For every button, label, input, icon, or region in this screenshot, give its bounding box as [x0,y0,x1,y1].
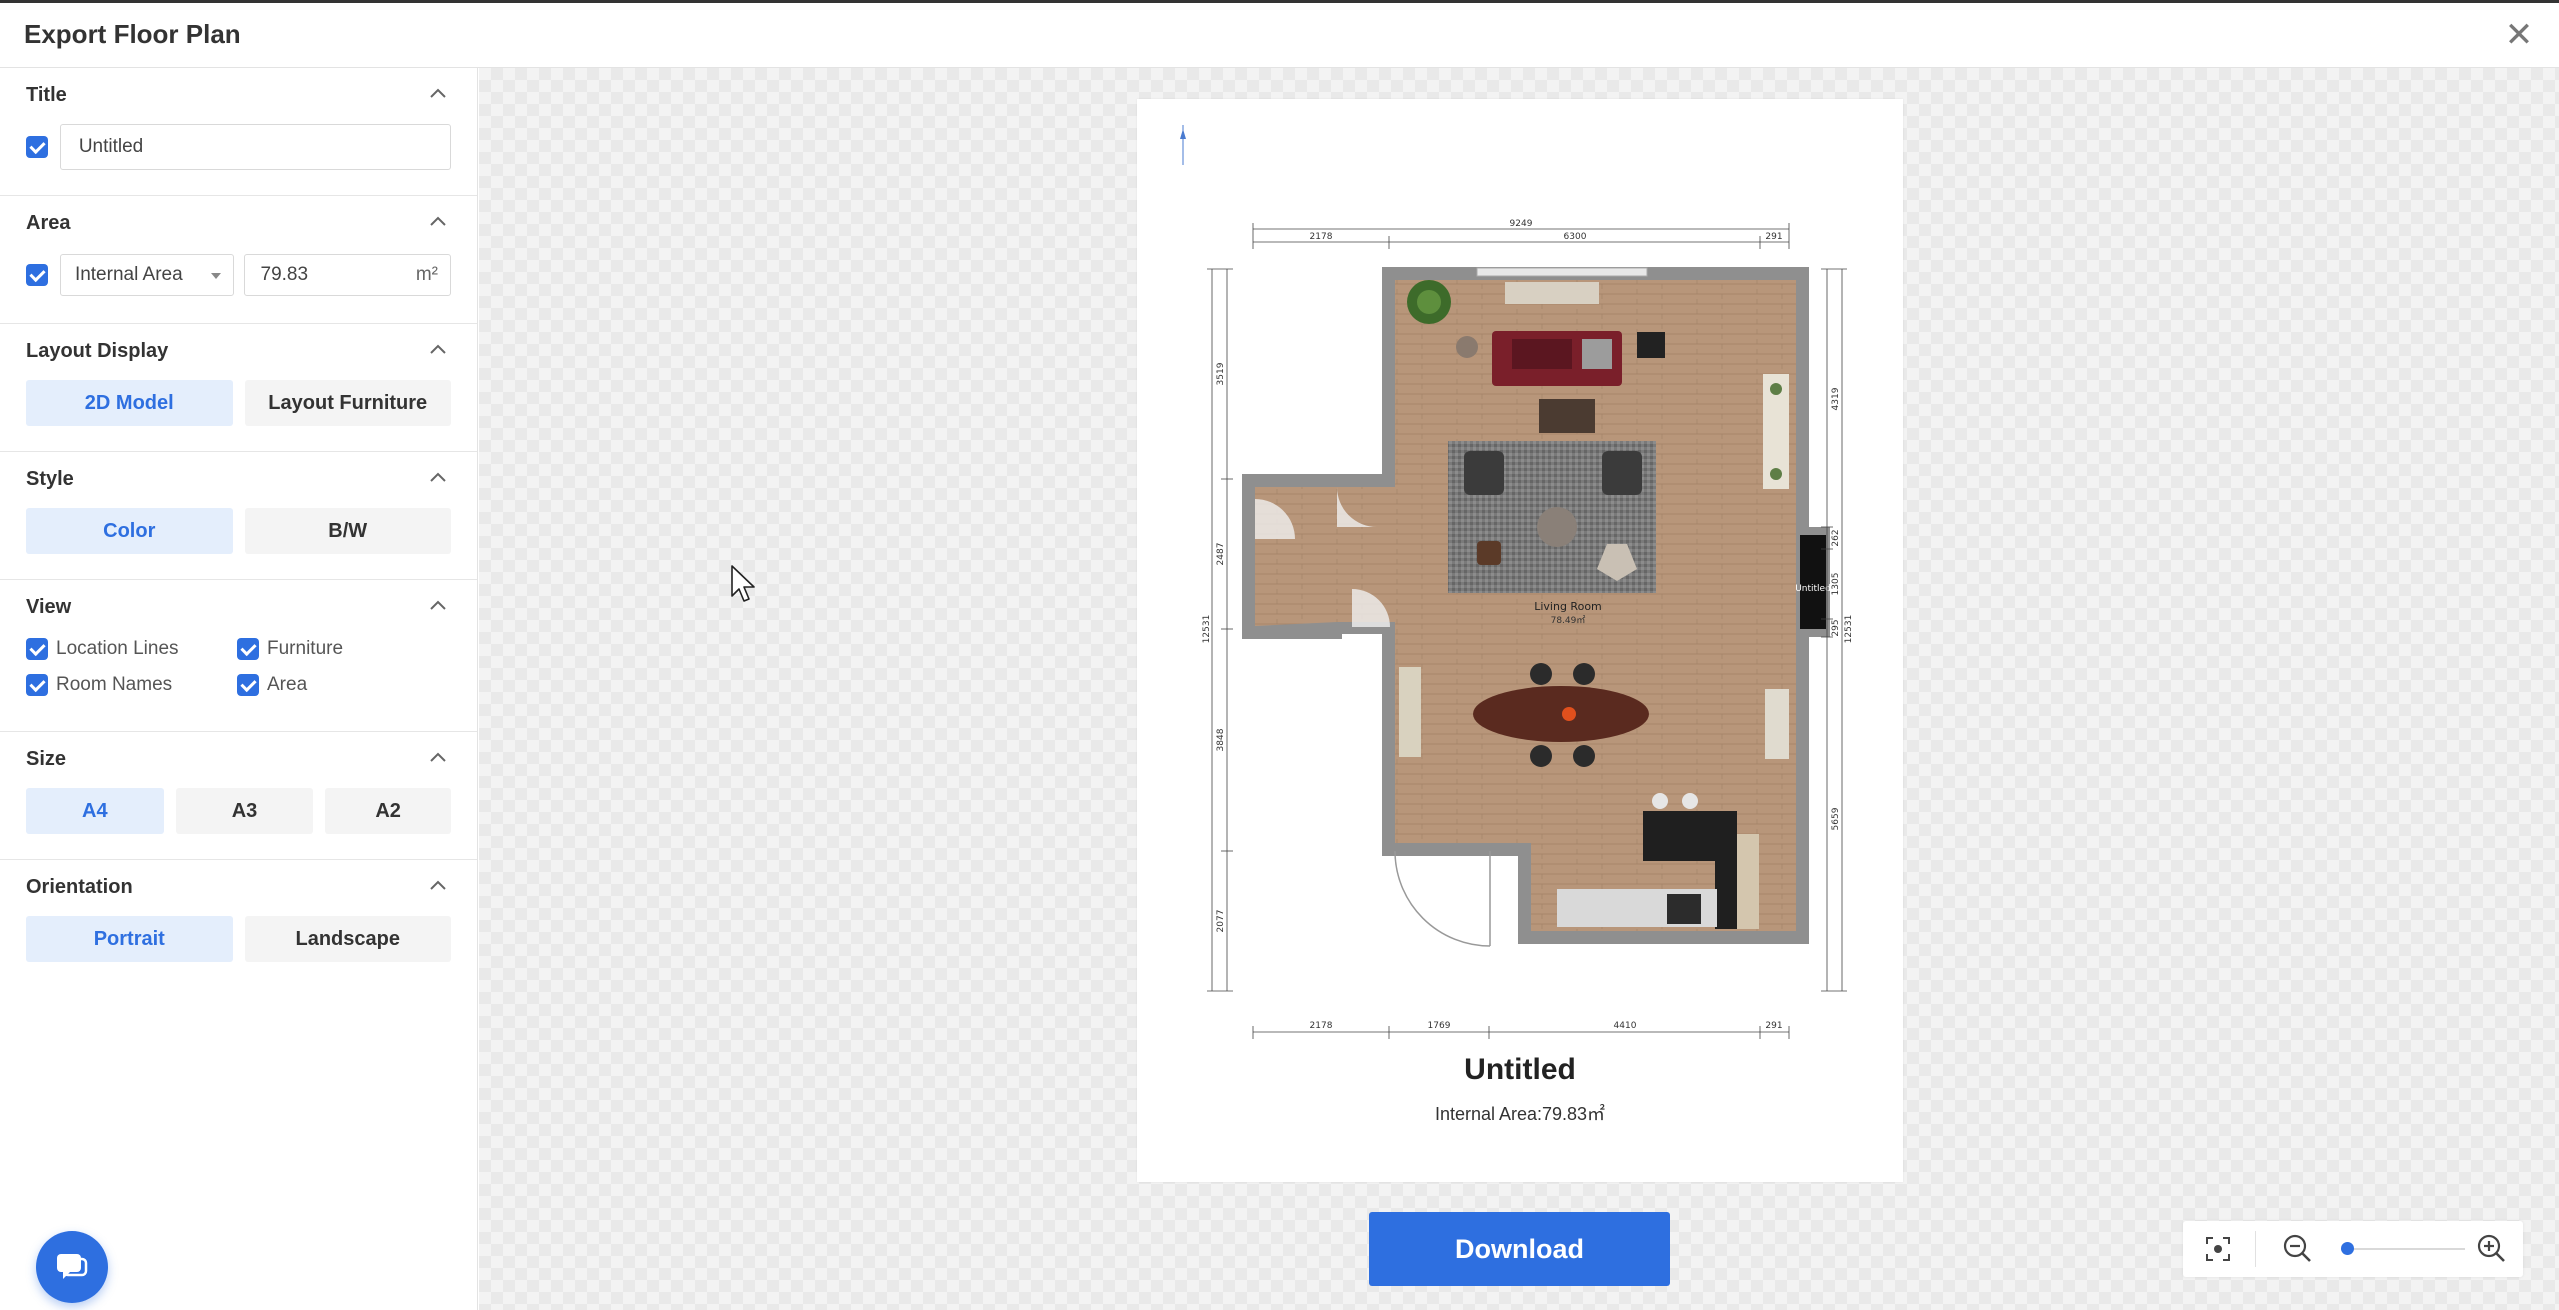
checkbox[interactable] [26,674,48,696]
dim-left-4: 2077 [1216,910,1226,933]
mouse-cursor-icon [731,565,755,602]
section-orientation: Orientation Portrait Landscape [0,860,477,988]
zoom-out-icon[interactable] [2279,1230,2317,1268]
dim-left-3: 3848 [1216,728,1226,751]
section-heading: Title [26,84,67,106]
plan-area: Internal Area:79.83㎡ [1434,1104,1606,1124]
orientation-landscape-button[interactable]: Landscape [244,916,451,962]
chat-icon [57,1254,88,1279]
zoom-slider-handle[interactable] [2341,1242,2355,1255]
size-a4-button[interactable]: A4 [26,788,164,834]
area-checkbox[interactable] [26,264,48,286]
zoom-in-icon[interactable] [2473,1230,2511,1268]
section-size: Size A4 A3 A2 [0,732,477,860]
dim-bottom-4: 291 [1765,1021,1782,1031]
view-location-lines[interactable]: Location Lines [26,638,237,660]
zoom-slider-track[interactable] [2341,1248,2465,1250]
download-button[interactable]: Download [1369,1212,1670,1286]
orientation-portrait-button[interactable]: Portrait [26,916,233,962]
section-heading: Size [26,748,67,770]
export-paper: Untitled Living Room 78.49㎡ 9249 2178 63… [1137,99,1903,1182]
kitchen-counter [1643,811,1715,861]
chevron-up-icon[interactable] [425,594,451,620]
dialog-header: Export Floor Plan ✕ [0,3,2559,68]
compass-icon [1180,125,1186,165]
fit-view-icon[interactable] [2199,1230,2237,1268]
preview-canvas[interactable]: Untitled Living Room 78.49㎡ 9249 2178 63… [479,68,2559,1310]
chevron-up-icon[interactable] [425,210,451,236]
chevron-up-icon[interactable] [425,338,451,364]
dim-right-1: 4319 [1831,387,1841,410]
dim-bottom-1: 2178 [1310,1021,1333,1031]
dim-left-2: 2487 [1216,543,1226,566]
dialog-title: Export Floor Plan [24,19,241,49]
dim-right-3: 1305 [1831,573,1841,596]
chat-support-button[interactable] [36,1231,108,1303]
dim-right-5: 5659 [1831,807,1841,830]
dim-bottom-2: 1769 [1428,1021,1451,1031]
area-type-value: Internal Area [74,264,183,285]
section-heading: View [26,596,72,618]
zoom-toolbar [2183,1221,2523,1277]
dim-top-total: 9249 [1510,219,1533,229]
dining-table [1473,686,1649,742]
area-value-input[interactable]: 79.83 m² [243,254,451,296]
floor-plan: Untitled Living Room 78.49㎡ 9249 2178 63… [1180,125,1854,1060]
dim-left-1: 3519 [1216,362,1226,385]
caret-down-icon [210,273,221,279]
section-style: Style Color B/W [0,452,477,580]
chevron-up-icon[interactable] [425,746,451,772]
section-title: Title Untitled [0,68,477,196]
size-a3-button[interactable]: A3 [175,788,314,834]
small-room-label: Untitled [1795,584,1831,594]
close-icon[interactable]: ✕ [2499,15,2539,55]
checkbox[interactable] [237,674,259,696]
title-checkbox[interactable] [26,136,48,158]
checkbox[interactable] [237,638,259,660]
style-bw-button[interactable]: B/W [244,508,451,554]
settings-sidebar: Title Untitled Area Internal Area 79.83 … [0,68,478,1310]
toolbar-separator [2255,1231,2256,1267]
section-view: View Location Lines Furniture Room Names… [0,580,477,732]
room-area-label: 78.49㎡ [1551,615,1586,626]
view-furniture[interactable]: Furniture [237,638,437,660]
title-input[interactable]: Untitled [59,124,451,170]
chevron-up-icon[interactable] [425,874,451,900]
dim-right-total: 12531 [1844,615,1854,644]
section-layout-display: Layout Display 2D Model Layout Furniture [0,324,477,452]
area-value: 79.83 [260,264,309,285]
room-label: Living Room [1534,600,1602,613]
area-unit: m² [415,264,438,285]
chevron-up-icon[interactable] [425,82,451,108]
section-heading: Orientation [26,876,133,898]
section-heading: Style [26,468,74,490]
area-type-select[interactable]: Internal Area [59,254,234,296]
style-color-button[interactable]: Color [26,508,233,554]
view-room-names[interactable]: Room Names [26,674,237,696]
section-area: Area Internal Area 79.83 m² [0,196,477,324]
dim-top-mid: 6300 [1564,232,1587,242]
section-heading: Layout Display [26,340,169,362]
size-a2-button[interactable]: A2 [325,788,451,834]
dim-right-2: 262 [1831,529,1841,546]
chevron-up-icon[interactable] [425,466,451,492]
layout-2d-model-button[interactable]: 2D Model [26,380,233,426]
dim-right-4: 295 [1831,619,1841,636]
dim-top-left: 2178 [1310,232,1333,242]
dim-top-right: 291 [1765,232,1782,242]
plan-title: Untitled [1464,1053,1576,1086]
layout-furniture-button[interactable]: Layout Furniture [244,380,451,426]
checkbox[interactable] [26,638,48,660]
dim-bottom-3: 4410 [1614,1021,1637,1031]
dim-left-total: 12531 [1202,615,1212,644]
section-heading: Area [26,212,71,234]
view-area[interactable]: Area [237,674,437,696]
